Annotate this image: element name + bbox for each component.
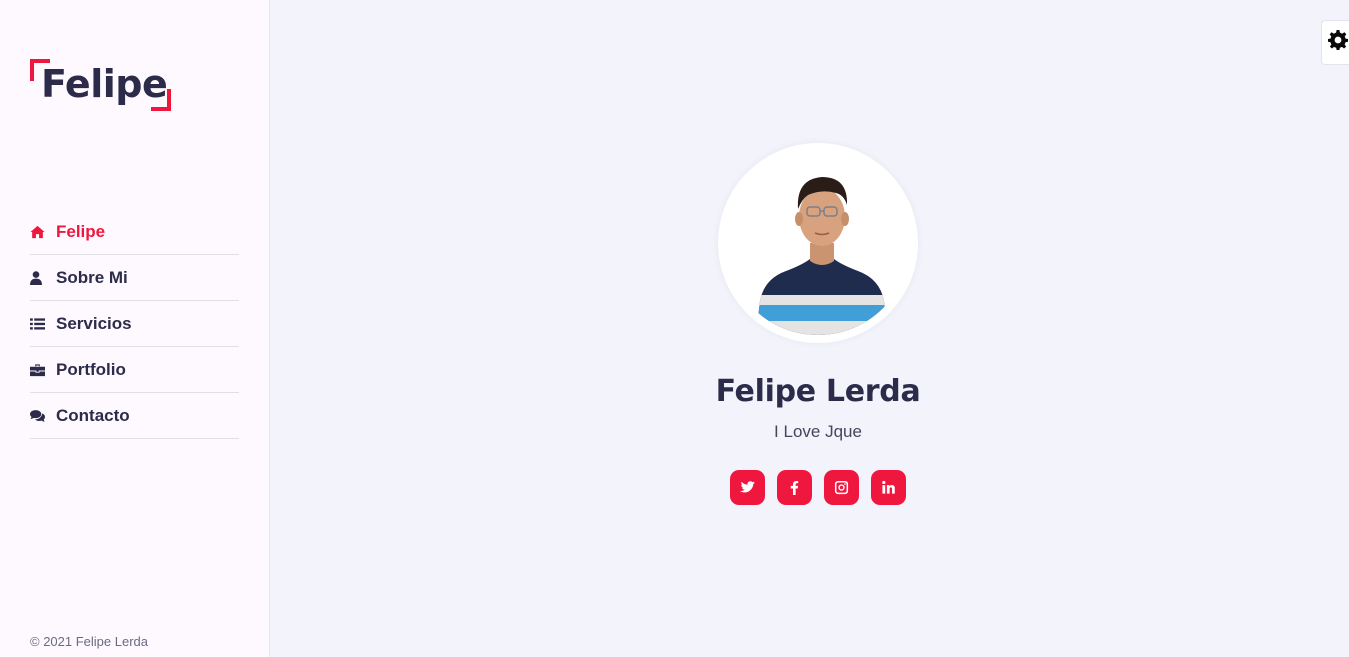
home-icon [30,224,50,240]
nav-item-label: Servicios [56,313,132,333]
facebook-link[interactable] [777,470,812,505]
nav-item-label: Sobre Mi [56,267,128,287]
main-nav: Felipe Sobre Mi Servicios Portfolio Cont… [30,209,239,439]
profile-photo [726,151,910,335]
linkedin-icon [882,480,895,494]
twitter-icon [740,481,755,493]
profile-tagline: I Love Jque [774,422,862,441]
profile-section: Felipe Lerda I Love Jque [570,143,1066,505]
settings-button[interactable] [1321,20,1349,65]
nav-item-contacto[interactable]: Contacto [30,393,239,439]
sidebar: Felipe Felipe Sobre Mi Servicios Portfol… [0,0,270,657]
logo-corner-bottom-right [151,89,171,111]
nav-item-felipe[interactable]: Felipe [30,209,239,255]
nav-item-portfolio[interactable]: Portfolio [30,347,239,393]
gear-icon [1328,30,1348,55]
comments-icon [30,408,50,424]
logo[interactable]: Felipe [30,59,171,111]
instagram-icon [834,480,849,495]
avatar [718,143,918,343]
profile-name: Felipe Lerda [715,374,921,409]
nav-item-label: Portfolio [56,359,126,379]
logo-text: Felipe [41,62,168,106]
user-icon [30,270,50,286]
copyright-text: © 2021 Felipe Lerda [30,634,148,649]
social-links [570,470,1066,505]
instagram-link[interactable] [824,470,859,505]
nav-item-sobre-mi[interactable]: Sobre Mi [30,255,239,301]
nav-item-servicios[interactable]: Servicios [30,301,239,347]
linkedin-link[interactable] [871,470,906,505]
facebook-icon [790,480,799,495]
nav-item-label: Felipe [56,221,106,241]
twitter-link[interactable] [730,470,765,505]
list-icon [30,316,50,332]
nav-item-label: Contacto [56,405,130,425]
briefcase-icon [30,362,50,378]
